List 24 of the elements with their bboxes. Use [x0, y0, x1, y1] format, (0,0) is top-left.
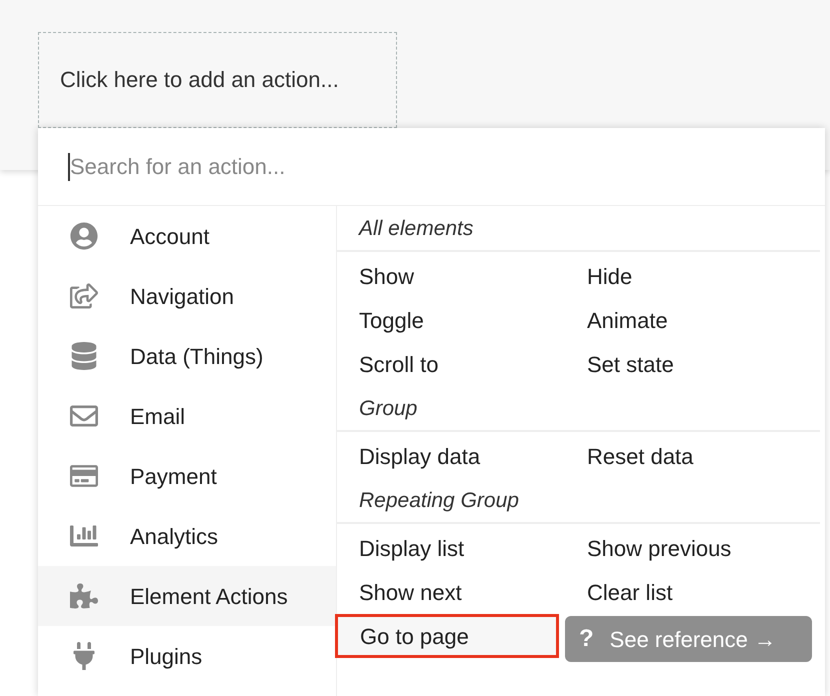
action-item[interactable]: Show previous — [565, 526, 820, 570]
action-item[interactable]: Animate — [565, 298, 820, 342]
puzzle-icon — [68, 581, 100, 611]
action-item[interactable]: Show — [337, 254, 565, 298]
share-icon — [68, 281, 100, 311]
action-item[interactable]: Clear list — [565, 570, 820, 614]
action-item[interactable]: Set state — [565, 342, 820, 386]
action-item[interactable]: Toggle — [337, 298, 565, 342]
action-item[interactable]: Go to page — [335, 614, 559, 658]
help-glyph: ? — [579, 624, 594, 654]
section-heading: All elements — [337, 210, 820, 252]
section-heading: Repeating Group — [337, 482, 820, 524]
user-icon — [68, 221, 100, 251]
action-item[interactable]: Scroll to — [337, 342, 565, 386]
category-item[interactable]: Element Actions — [38, 566, 336, 626]
action-item[interactable]: Hide — [565, 254, 820, 298]
action-item[interactable]: Reset data — [565, 434, 820, 478]
action-item[interactable]: Show next — [337, 570, 565, 614]
text-cursor — [68, 152, 70, 180]
action-item[interactable]: Display data — [337, 434, 565, 478]
tooltip-text: See reference → — [610, 626, 776, 654]
section-heading: Group — [337, 390, 820, 432]
action-item[interactable]: Display list — [337, 526, 565, 570]
search-field[interactable]: Search for an action... — [70, 150, 825, 183]
